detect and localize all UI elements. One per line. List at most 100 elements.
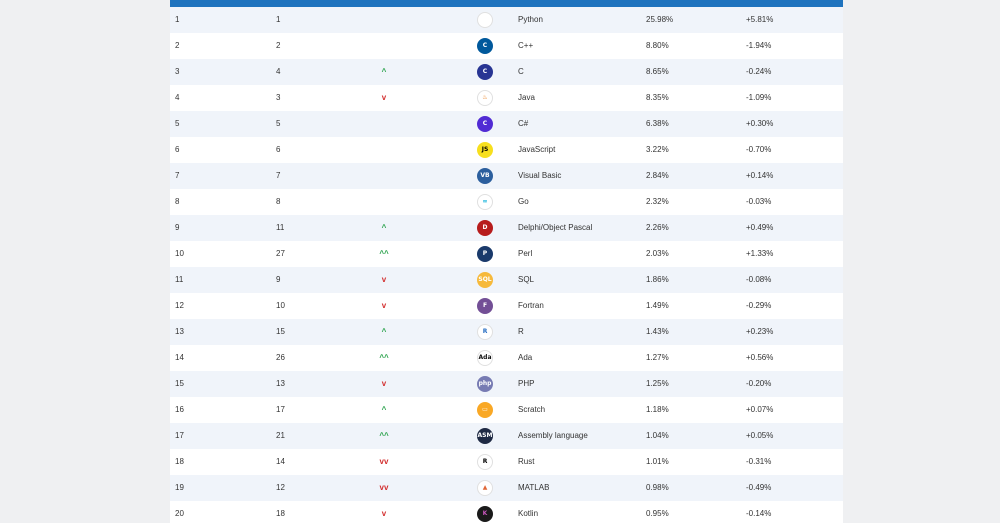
icon-glyph: php: [478, 380, 492, 387]
change-indicator: [376, 7, 392, 33]
perl-icon: P: [477, 246, 493, 262]
r-icon: R: [477, 324, 493, 340]
rating-change-cell: +0.07%: [746, 405, 774, 414]
language-name: MATLAB: [518, 483, 550, 492]
previous-rank-cell: 9: [276, 275, 281, 284]
arrow-down-icon: v: [381, 301, 387, 310]
rating-change-cell: +0.23%: [746, 327, 774, 336]
table-row: 16 17 ^ ▭ Scratch 1.18% +0.07%: [170, 397, 843, 423]
change-indicator: ^: [376, 319, 392, 345]
arrow-up-icon: ^^: [379, 249, 389, 258]
arrow-down-icon: v: [381, 93, 387, 102]
icon-glyph: Ada: [478, 354, 492, 361]
rank-cell: 2: [175, 41, 180, 50]
arrow-down-icon: vv: [379, 483, 389, 492]
language-name: JavaScript: [518, 145, 556, 154]
previous-rank-cell: 10: [276, 301, 285, 310]
rank-cell: 4: [175, 93, 180, 102]
language-icon-cell: Ada: [477, 350, 493, 366]
table-row: 12 10 v F Fortran 1.49% -0.29%: [170, 293, 843, 319]
arrow-down-icon: v: [381, 275, 387, 284]
rank-cell: 20: [175, 509, 184, 518]
previous-rank-cell: 7: [276, 171, 281, 180]
language-name: Fortran: [518, 301, 544, 310]
language-name: Assembly language: [518, 431, 588, 440]
rating-cell: 1.27%: [646, 353, 669, 362]
previous-rank-cell: 21: [276, 431, 285, 440]
change-indicator: ^: [376, 59, 392, 85]
language-name: Delphi/Object Pascal: [518, 223, 593, 232]
table-row: 4 3 v ♨ Java 8.35% -1.09%: [170, 85, 843, 111]
sql-icon: SQL: [477, 272, 493, 288]
rank-cell: 13: [175, 327, 184, 336]
icon-glyph: K: [482, 510, 488, 517]
table-row: 8 8 ∞ Go 2.32% -0.03%: [170, 189, 843, 215]
rating-change-cell: -0.08%: [746, 275, 772, 284]
arrow-up-icon: ^: [381, 327, 387, 336]
language-name: R: [518, 327, 524, 336]
change-indicator: ^: [376, 397, 392, 423]
rating-change-cell: +5.81%: [746, 15, 774, 24]
change-indicator: v: [376, 501, 392, 523]
arrow-up-icon: ^^: [379, 353, 389, 362]
rating-change-cell: +0.49%: [746, 223, 774, 232]
rating-change-cell: -0.29%: [746, 301, 772, 310]
language-icon-cell: ▲: [477, 480, 493, 496]
table-row: 15 13 v php PHP 1.25% -0.20%: [170, 371, 843, 397]
table-row: 9 11 ^ D Delphi/Object Pascal 2.26% +0.49%: [170, 215, 843, 241]
csharp-icon: C: [477, 116, 493, 132]
change-indicator: vv: [376, 475, 392, 501]
rating-change-cell: +0.30%: [746, 119, 774, 128]
assembly-icon: ASM: [477, 428, 493, 444]
rating-cell: 2.84%: [646, 171, 669, 180]
language-name: Kotlin: [518, 509, 539, 518]
fortran-icon: F: [477, 298, 493, 314]
language-icon-cell: [477, 12, 493, 28]
rank-cell: 10: [175, 249, 184, 258]
change-indicator: [376, 33, 392, 59]
language-icon-cell: VB: [477, 168, 493, 184]
language-name: PHP: [518, 379, 535, 388]
change-indicator: v: [376, 371, 392, 397]
icon-glyph: C: [482, 42, 488, 49]
rank-cell: 19: [175, 483, 184, 492]
language-name: Rust: [518, 457, 535, 466]
change-indicator: ^: [376, 215, 392, 241]
rating-cell: 1.49%: [646, 301, 669, 310]
language-icon-cell: JS: [477, 142, 493, 158]
javascript-icon: JS: [477, 142, 493, 158]
table-row: 1 1 Python 25.98% +5.81%: [170, 7, 843, 33]
icon-glyph: P: [482, 250, 488, 257]
rating-cell: 25.98%: [646, 15, 674, 24]
rating-change-cell: -1.09%: [746, 93, 772, 102]
rating-change-cell: -0.31%: [746, 457, 772, 466]
previous-rank-cell: 11: [276, 223, 285, 232]
language-icon-cell: ∞: [477, 194, 493, 210]
change-indicator: ^^: [376, 423, 392, 449]
icon-glyph: ▭: [482, 406, 488, 413]
arrow-down-icon: v: [381, 379, 387, 388]
scratch-icon: ▭: [477, 402, 493, 418]
c-icon: C: [477, 64, 493, 80]
arrow-up-icon: ^: [381, 223, 387, 232]
arrow-up-icon: ^^: [379, 431, 389, 440]
language-name: Visual Basic: [518, 171, 562, 180]
icon-glyph: ∞: [482, 198, 488, 205]
table-row: 2 2 C C++ 8.80% -1.94%: [170, 33, 843, 59]
change-indicator: ^^: [376, 241, 392, 267]
language-name: Ada: [518, 353, 533, 362]
rating-cell: 2.03%: [646, 249, 669, 258]
table-row: 6 6 JS JavaScript 3.22% -0.70%: [170, 137, 843, 163]
rank-cell: 11: [175, 275, 184, 284]
rating-cell: 2.26%: [646, 223, 669, 232]
rank-cell: 3: [175, 67, 180, 76]
change-indicator: ^^: [376, 345, 392, 371]
table-row: 18 14 vv R Rust 1.01% -0.31%: [170, 449, 843, 475]
language-name: Python: [518, 15, 543, 24]
rank-cell: 14: [175, 353, 184, 362]
ada-icon: Ada: [477, 350, 493, 366]
previous-rank-cell: 4: [276, 67, 281, 76]
kotlin-icon: K: [477, 506, 493, 522]
previous-rank-cell: 13: [276, 379, 285, 388]
language-icon-cell: P: [477, 246, 493, 262]
